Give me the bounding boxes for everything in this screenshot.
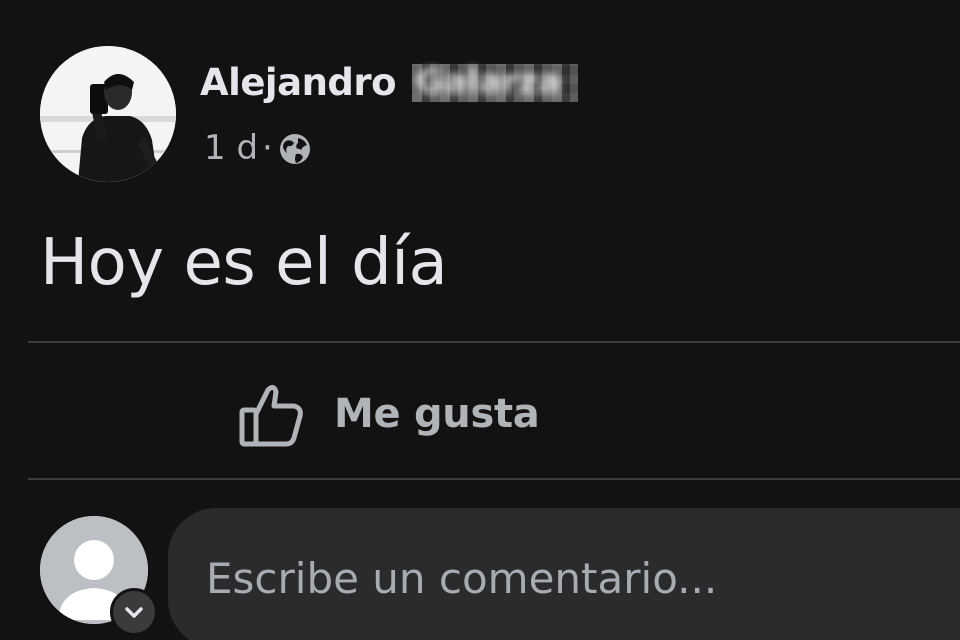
thumbs-up-icon xyxy=(239,384,303,447)
author-avatar[interactable] xyxy=(40,46,176,182)
divider-top xyxy=(28,341,960,343)
author-photo xyxy=(40,46,176,182)
author-header: Alejandro Galarza xyxy=(200,56,579,108)
author-name[interactable]: Alejandro xyxy=(200,61,397,104)
post-meta: 1 d · xyxy=(204,126,313,170)
like-button[interactable]: Me gusta xyxy=(236,372,540,456)
chevron-down-icon xyxy=(125,607,143,618)
globe-icon[interactable] xyxy=(277,131,313,167)
author-surname-redacted[interactable]: Galarza xyxy=(412,62,579,102)
meta-separator: · xyxy=(262,128,273,168)
author-surname-text: Galarza xyxy=(416,62,562,102)
comment-input[interactable] xyxy=(168,508,960,640)
profile-switcher-chevron[interactable] xyxy=(110,588,158,636)
divider-bottom xyxy=(28,478,960,480)
like-label: Me gusta xyxy=(334,391,540,437)
post-text: Hoy es el día xyxy=(40,226,448,300)
post-card: Alejandro Galarza 1 d · Hoy es el día Me… xyxy=(0,0,960,640)
post-timestamp[interactable]: 1 d xyxy=(204,128,258,168)
